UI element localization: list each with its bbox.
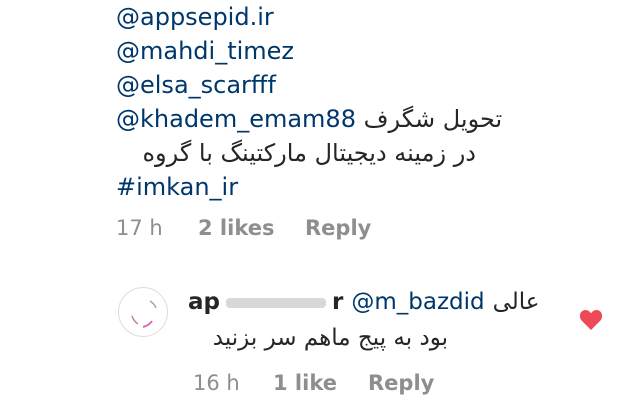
avatar[interactable] xyxy=(118,287,168,337)
comment-persian-text-1: تحویل شگرف xyxy=(363,105,503,133)
mention-appsepid[interactable]: @appsepid.ir xyxy=(116,0,274,34)
comment-timestamp: 17 h xyxy=(116,216,163,240)
like-heart-icon[interactable] xyxy=(579,309,603,331)
reply-likes-count[interactable]: 1 like xyxy=(273,370,337,396)
comment-persian-text-2: در زمینه دیجیتال مارکتینگ با گروه xyxy=(142,139,476,167)
reply-username[interactable]: ap r @m_bazdid عالی xyxy=(188,285,540,319)
reply-reply-button[interactable]: Reply xyxy=(368,370,434,396)
reply-persian-text-1: عالی xyxy=(492,289,540,315)
hashtag-imkan-ir[interactable]: #imkan_ir xyxy=(116,170,238,204)
avatar-icon xyxy=(131,300,157,328)
reply-reply-label: Reply xyxy=(368,371,435,395)
reply-persian-text-2: بود به پیج ماهم سر بزنید xyxy=(212,325,448,351)
mention-elsa-scarfff[interactable]: @elsa_scarfff xyxy=(116,68,276,102)
comment-likes-count[interactable]: 2 likes xyxy=(198,215,274,241)
mention-khadem-emam88[interactable]: @khadem_emam88 xyxy=(116,105,356,133)
reply-likes-label: 1 like xyxy=(273,371,337,395)
comment-likes-label: 2 likes xyxy=(198,216,275,240)
comment-line-4: @khadem_emam88 تحویل شگرف xyxy=(116,102,502,136)
mention-m-bazdid[interactable]: @m_bazdid xyxy=(351,289,484,315)
comment-reply-label: Reply xyxy=(305,216,372,240)
mention-mahdi-timez[interactable]: @mahdi_timez xyxy=(116,34,294,68)
reply-username-start: ap xyxy=(188,289,220,315)
reply-timestamp: 16 h xyxy=(193,371,240,395)
username-redaction xyxy=(225,297,326,308)
comment-reply-button[interactable]: Reply xyxy=(305,215,371,241)
reply-username-end: r xyxy=(331,289,344,315)
